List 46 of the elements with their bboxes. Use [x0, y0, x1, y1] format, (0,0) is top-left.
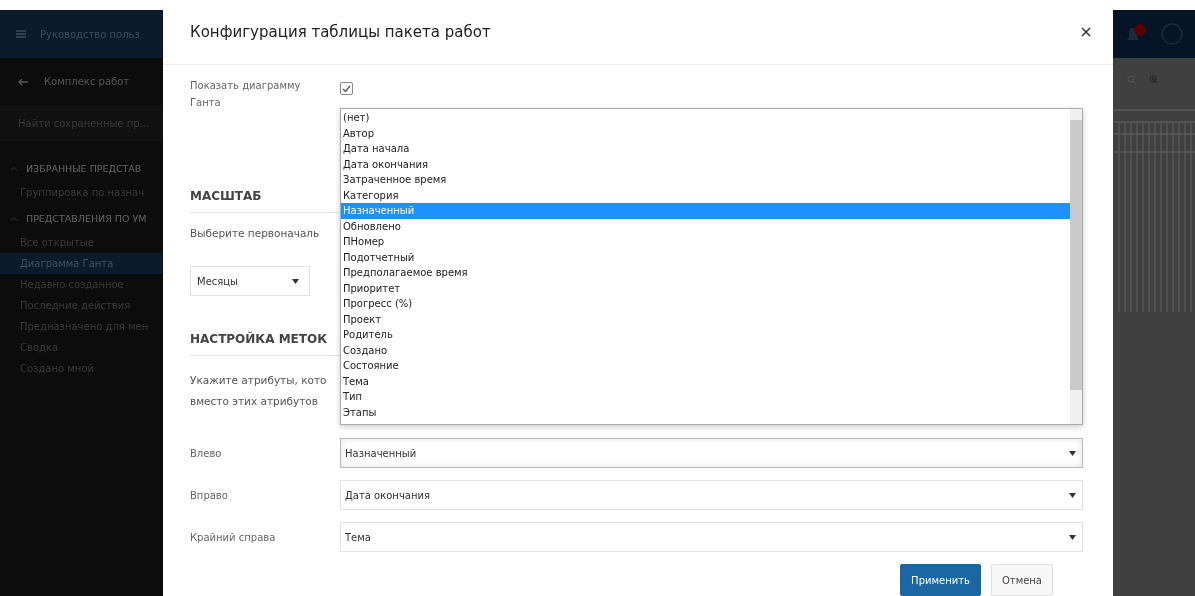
checkbox[interactable] — [340, 82, 353, 95]
caret-icon — [292, 278, 299, 284]
zoom-in-icon[interactable] — [1149, 75, 1159, 85]
field-label: Влево — [190, 446, 223, 461]
dropdown-option[interactable]: Затраченное время — [341, 172, 1070, 188]
dialog-title: Конфигурация таблицы пакета работ — [190, 23, 491, 41]
label-select[interactable]: Дата окончания — [340, 480, 1083, 510]
dropdown-option[interactable]: Тема — [341, 373, 1070, 389]
dropdown-option[interactable]: Этапы — [341, 404, 1070, 420]
dropdown-option[interactable]: ПНомер — [341, 234, 1070, 250]
section-title: ИЗБРАННЫЕ ПРЕДСТАВ — [26, 163, 142, 174]
dropdown-option[interactable]: Родитель — [341, 327, 1070, 343]
dropdown-option[interactable]: Обновлено — [341, 218, 1070, 234]
caret-icon — [1069, 492, 1076, 498]
caret-icon — [1069, 450, 1076, 456]
dropdown-option[interactable]: Прогресс (%) — [341, 296, 1070, 312]
dropdown-option[interactable]: Создано — [341, 342, 1070, 358]
dropdown-option[interactable]: Тип — [341, 389, 1070, 405]
dropdown-option[interactable]: (нет) — [341, 110, 1070, 126]
label-select[interactable]: Назначенный — [340, 438, 1083, 468]
scrollbar[interactable] — [1070, 109, 1082, 424]
caret-icon — [1069, 534, 1076, 540]
dropdown-option[interactable]: Проект — [341, 311, 1070, 327]
dropdown-option[interactable]: Дата окончания — [341, 156, 1070, 172]
cancel-button[interactable]: Отмена — [990, 564, 1053, 596]
dropdown-option[interactable]: Категория — [341, 187, 1070, 203]
avatar-icon[interactable] — [1161, 23, 1183, 45]
dropdown-option[interactable]: Состояние — [341, 358, 1070, 374]
field-label: Вправо — [190, 488, 229, 503]
section-title: ПРЕДСТАВЛЕНИЯ ПО УМ — [26, 213, 147, 224]
menu-icon[interactable] — [16, 30, 26, 38]
dropdown-option[interactable]: Подотчетный — [341, 249, 1070, 265]
labels-description: вместо этих атрибутов — [190, 394, 318, 409]
dropdown-option[interactable]: Приоритет — [341, 280, 1070, 296]
apply-button[interactable]: Применить — [900, 564, 981, 596]
close-icon — [1081, 27, 1091, 37]
dropdown-option[interactable]: Автор — [341, 125, 1070, 141]
field-label: Показать диаграмму Ганта — [190, 79, 302, 110]
scale-select[interactable]: Месяцы — [190, 266, 310, 296]
label-select[interactable]: Тема — [340, 522, 1083, 552]
scale-description: Выберите первоначаль — [190, 226, 320, 241]
dropdown-option[interactable]: Предполагаемое время — [341, 265, 1070, 281]
labels-description: Укажите атрибуты, кото — [190, 373, 327, 388]
dropdown-option[interactable]: Дата начала — [341, 141, 1070, 157]
field-label: Крайний справа — [190, 530, 277, 545]
back-arrow-icon[interactable] — [18, 77, 28, 86]
